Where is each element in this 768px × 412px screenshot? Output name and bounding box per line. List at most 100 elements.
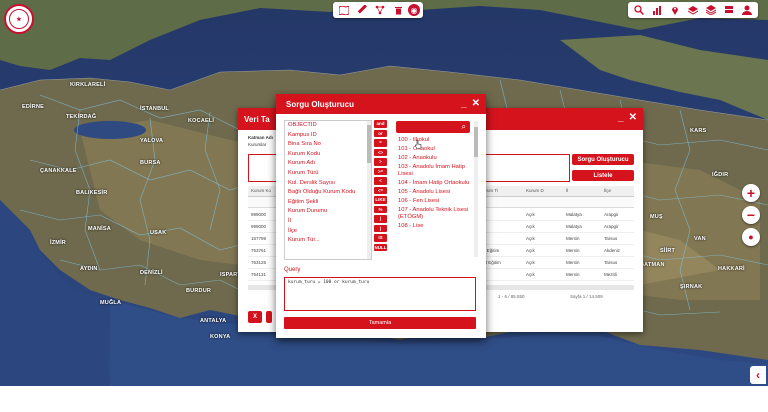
value-list[interactable]: 100 - İlkokul 101 - Ortaokul 102 - Anaok… — [396, 137, 476, 259]
excel-export-button[interactable]: X — [248, 311, 262, 323]
field-list-scrollbar[interactable] — [367, 121, 371, 259]
cell-district: Akdeniz — [604, 248, 621, 253]
trash-icon[interactable] — [390, 3, 406, 17]
query-label: Query — [284, 267, 301, 273]
field-item[interactable]: Kurum Durumu — [285, 207, 371, 217]
cell-code: 763125 — [251, 260, 267, 265]
field-item[interactable]: İl — [285, 217, 371, 227]
marker-icon[interactable] — [667, 3, 683, 17]
operator-or-button[interactable]: or — [374, 129, 387, 137]
operator-less-equal-button[interactable]: <= — [374, 186, 387, 194]
value-item[interactable]: 108 - Lise — [396, 223, 476, 230]
layers-alt-icon[interactable] — [721, 3, 737, 17]
field-item[interactable]: OBJECTID — [285, 121, 371, 131]
field-item[interactable]: Bina Sıra No — [285, 140, 371, 150]
cell-district: Arapgir — [604, 212, 619, 217]
bottom-strip — [0, 386, 768, 412]
user-icon[interactable] — [739, 3, 755, 17]
map-label: BALIKESİR — [76, 190, 108, 196]
ruler-icon[interactable] — [354, 3, 370, 17]
map-label: MUĞLA — [100, 300, 122, 306]
list-button[interactable]: Listele — [572, 170, 634, 181]
operator-is-button[interactable]: IS — [374, 234, 387, 242]
nodes-icon[interactable] — [372, 3, 388, 17]
operator-not-equals-button[interactable]: <> — [374, 148, 387, 156]
value-item[interactable]: 100 - İlkokul — [396, 137, 476, 144]
collapse-panel-button[interactable]: ‹ — [750, 366, 766, 384]
value-list-scrollbar[interactable] — [474, 121, 478, 257]
operator-and-button[interactable]: and — [374, 120, 387, 128]
operator-open-paren-button[interactable]: ( — [374, 215, 387, 223]
cell-code: 764131 — [251, 272, 267, 277]
minimize-icon[interactable]: _ — [461, 98, 467, 109]
globe-icon[interactable]: ◉ — [408, 4, 420, 16]
value-search-input[interactable]: ⌕ — [396, 121, 470, 133]
field-item[interactable]: Kurum Tür... — [285, 236, 371, 246]
operator-equals-button[interactable]: = — [374, 139, 387, 147]
cell-district: Tarsus — [604, 236, 618, 241]
field-item[interactable]: Kurum Türü — [285, 169, 371, 179]
column-header[interactable]: Kurum D — [526, 188, 544, 193]
map-icon[interactable] — [336, 3, 352, 17]
query-builder-button[interactable]: Sorgu Oluşturucu — [572, 154, 634, 165]
search-icon[interactable]: ⌕ — [462, 122, 466, 132]
query-textarea[interactable]: kurum_turu = 100 or kurum_turu — [284, 277, 476, 311]
map-label: ŞIRNAK — [680, 284, 703, 290]
cell-city: Mersin — [566, 248, 580, 253]
close-icon[interactable]: ✕ — [472, 98, 480, 109]
cell-code: 999000 — [251, 212, 267, 217]
field-item[interactable]: Kampus ID — [285, 131, 371, 141]
chart-icon[interactable] — [649, 3, 665, 17]
value-item[interactable]: 101 - Ortaokul — [396, 146, 476, 153]
close-icon[interactable]: ✕ — [629, 112, 637, 123]
cell-state: Açık — [526, 236, 535, 241]
cell-state: Açık — [526, 248, 535, 253]
column-header[interactable]: İlçe — [604, 188, 611, 193]
query-builder-dialog: Sorgu Oluşturucu _ ✕ OBJECTID Kampus ID … — [276, 94, 486, 338]
operator-null-button[interactable]: NULL — [374, 243, 387, 251]
cell-code: 763761 — [251, 248, 267, 253]
search-icon[interactable] — [631, 3, 647, 17]
map-label: KOCAELİ — [188, 118, 215, 124]
compass-button[interactable]: ● — [742, 228, 760, 246]
map-label: ANTALYA — [200, 318, 227, 324]
value-item[interactable]: 106 - Fen Lisesi — [396, 198, 476, 205]
page-indicator[interactable]: Sayfa 1 / 14.509 — [570, 294, 603, 299]
column-header[interactable]: İl — [566, 188, 568, 193]
field-item[interactable]: Kul. Derslik Sayısı — [285, 179, 371, 189]
column-header[interactable]: Kurum Ko — [251, 188, 271, 193]
operator-like-button[interactable]: LIKE — [374, 196, 387, 204]
layers-icon[interactable] — [685, 3, 701, 17]
export-extra-button[interactable] — [266, 311, 272, 323]
value-item[interactable]: 103 - Anadolu İmam Hatip Lisesi — [396, 164, 476, 178]
map-label: DENİZLİ — [140, 270, 163, 276]
field-item[interactable]: Bağlı Olduğu Kurum Kodu — [285, 188, 371, 198]
complete-button[interactable]: Tamamla — [284, 317, 476, 329]
field-item[interactable]: Kurum Kodu — [285, 150, 371, 160]
map-label: MANİSA — [88, 226, 111, 232]
value-item[interactable]: 105 - Anadolu Lisesi — [396, 189, 476, 196]
field-list[interactable]: OBJECTID Kampus ID Bina Sıra No Kurum Ko… — [284, 120, 372, 260]
field-item[interactable]: İlçe — [285, 227, 371, 237]
zoom-in-button[interactable]: + — [742, 184, 760, 202]
operator-less-button[interactable]: < — [374, 177, 387, 185]
operator-percent-button[interactable]: % — [374, 205, 387, 213]
value-item[interactable]: 104 - İmam Hatip Ortaokulu — [396, 180, 476, 187]
map-tools-toolbar: ◉ — [333, 2, 423, 18]
operator-close-paren-button[interactable]: ) — [374, 224, 387, 232]
map-label: YALOVA — [140, 138, 164, 144]
map-label: AYDIN — [80, 266, 98, 272]
minimize-icon[interactable]: _ — [618, 112, 624, 123]
zoom-out-button[interactable]: − — [742, 206, 760, 224]
cell-state: Açık — [526, 212, 535, 217]
field-item[interactable]: Kurum Adı — [285, 159, 371, 169]
value-item[interactable]: 107 - Anadolu Teknik Lisesi (ETÖGM) — [396, 207, 476, 221]
value-item[interactable]: 102 - Anaokulu — [396, 155, 476, 162]
cell-state: Açık — [526, 260, 535, 265]
cell-district: Arapgir — [604, 224, 619, 229]
operator-greater-equal-button[interactable]: >= — [374, 167, 387, 175]
ministry-logo[interactable]: ★ — [4, 4, 34, 34]
stack-icon[interactable] — [703, 3, 719, 17]
field-item[interactable]: Eğitim Şekli — [285, 198, 371, 208]
operator-greater-button[interactable]: > — [374, 158, 387, 166]
